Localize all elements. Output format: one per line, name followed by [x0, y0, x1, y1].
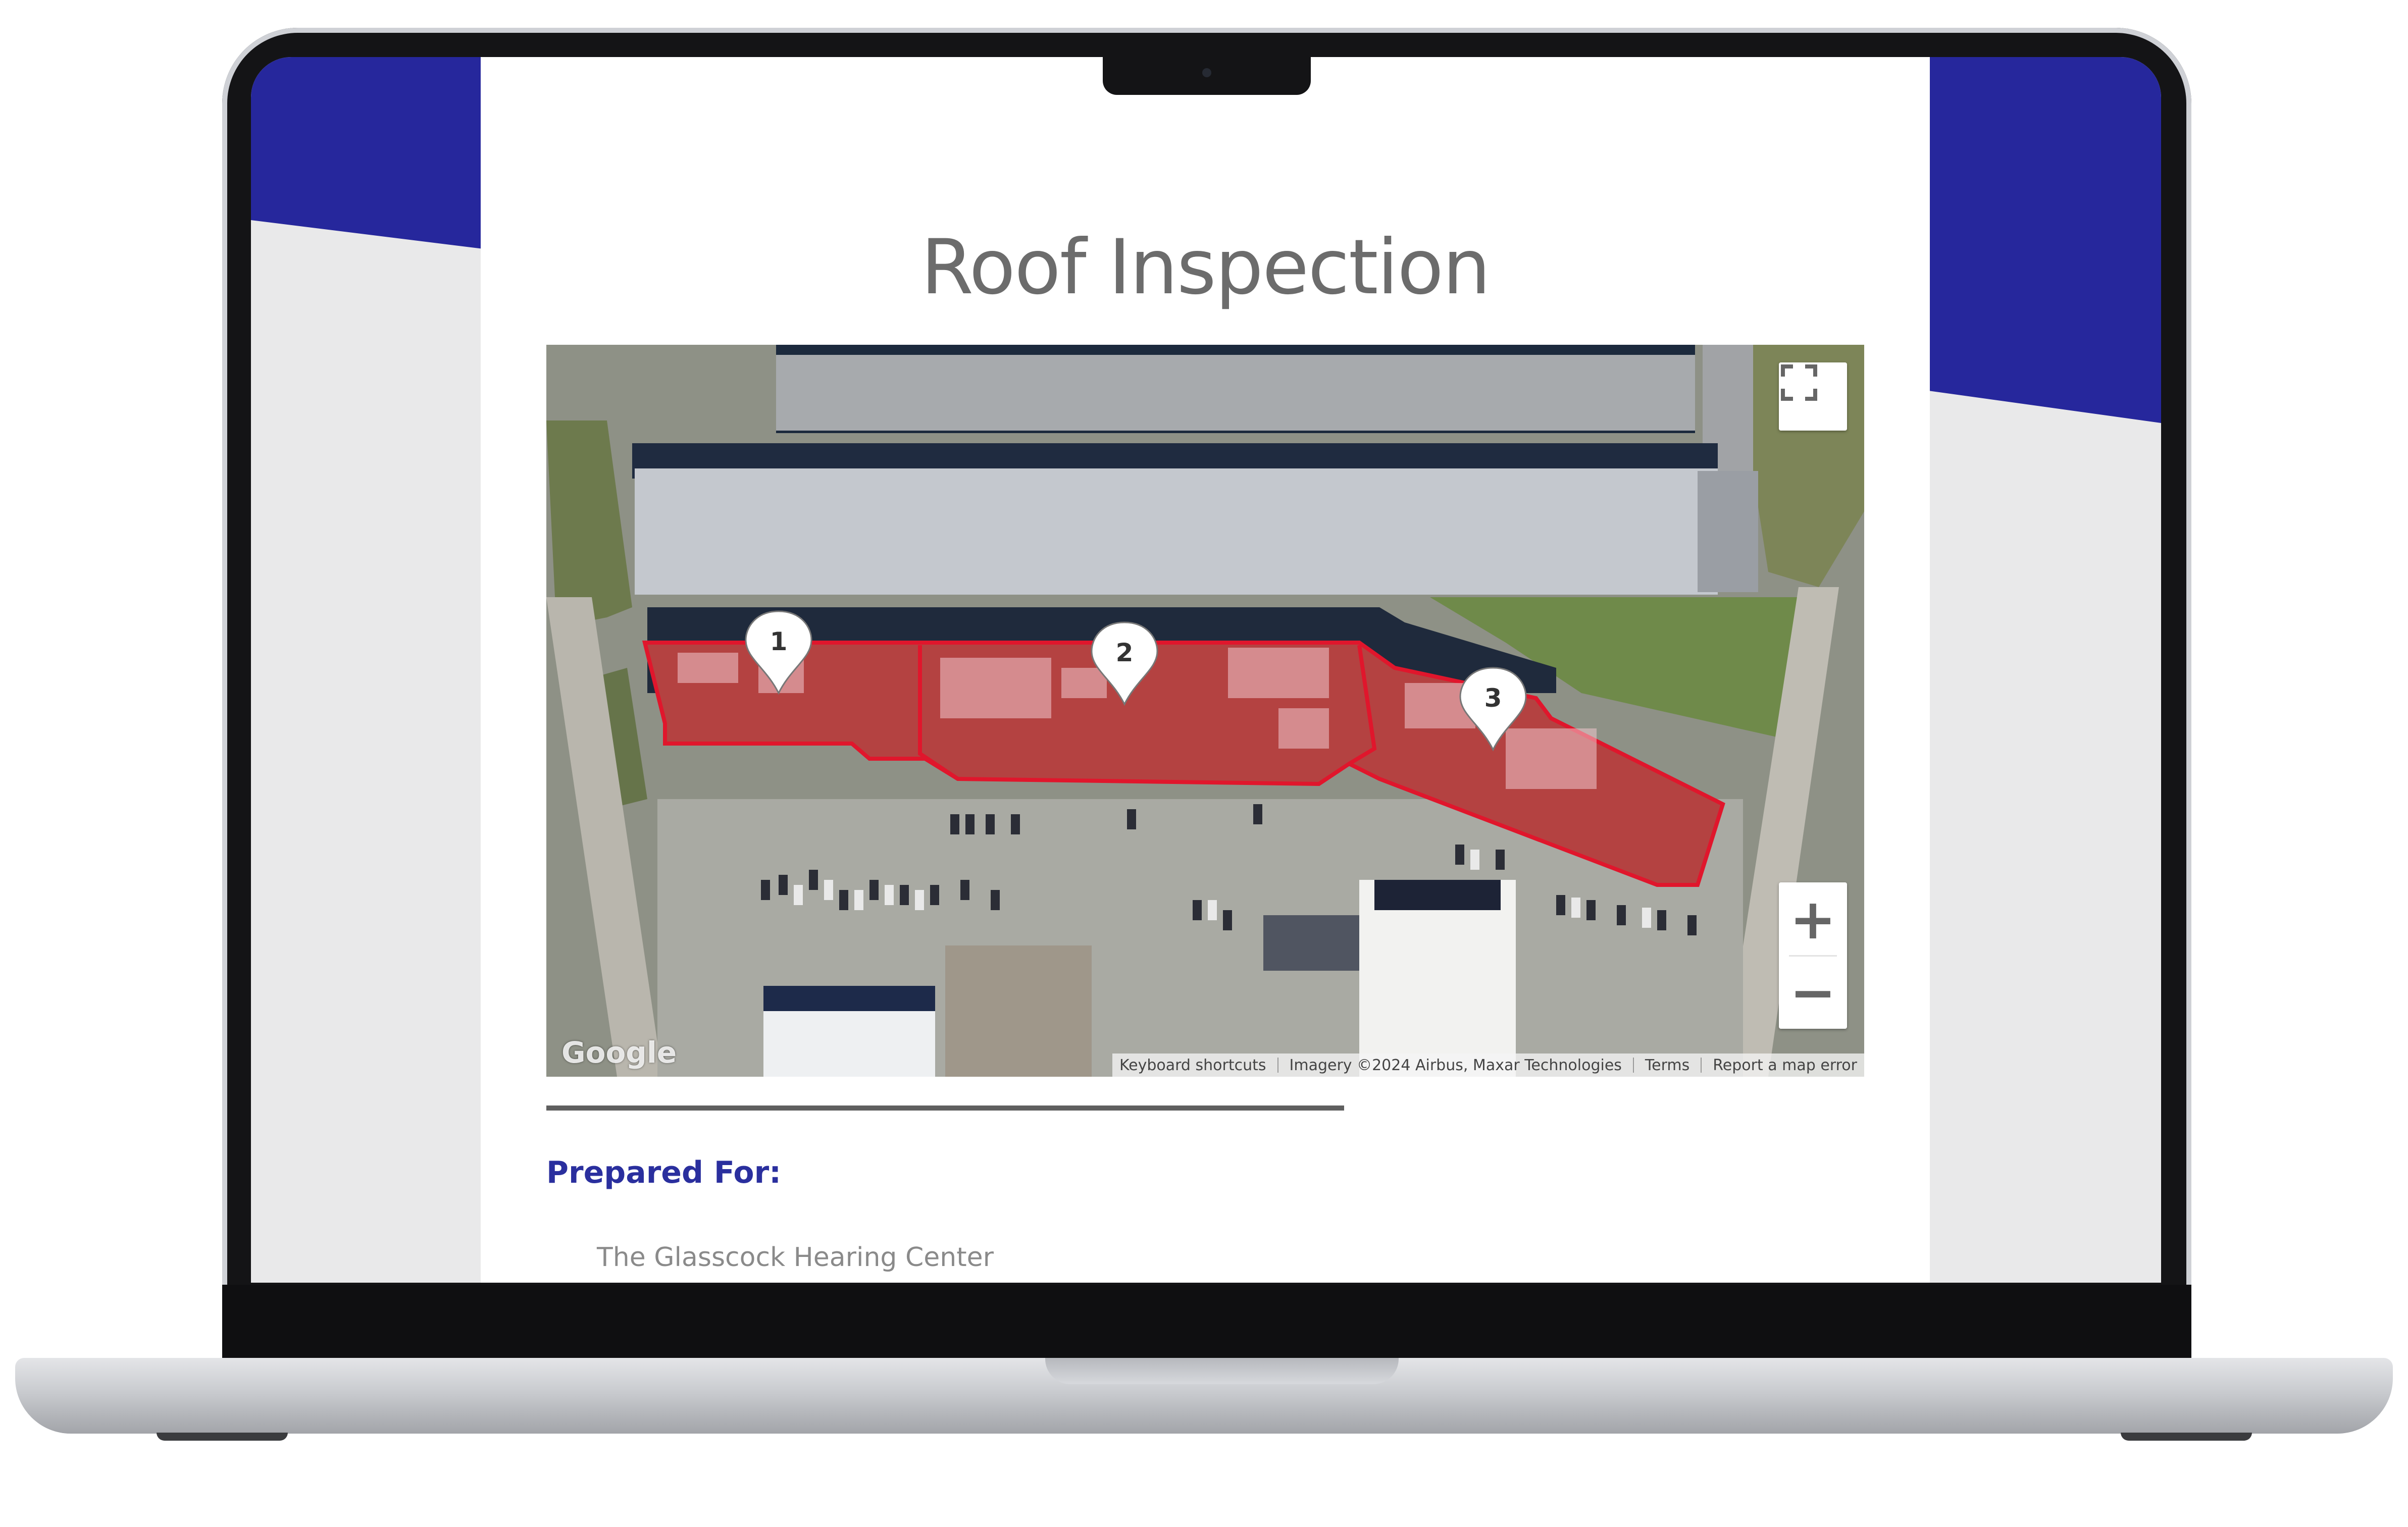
section-divider — [546, 1105, 1344, 1111]
fullscreen-icon — [1781, 364, 1817, 401]
attribution-separator — [1277, 1058, 1278, 1073]
fullscreen-button[interactable] — [1779, 362, 1847, 431]
map-marker-2[interactable]: 2 — [1091, 621, 1158, 706]
prepared-for-label: Prepared For: — [546, 1155, 782, 1190]
keyboard-shortcuts-link[interactable]: Keyboard shortcuts — [1119, 1057, 1266, 1074]
marker-label: 2 — [1116, 638, 1134, 667]
brand-shape-right — [1924, 57, 2161, 423]
map-attribution: Keyboard shortcuts Imagery ©2024 Airbus,… — [1112, 1054, 1864, 1077]
camera-notch — [1103, 57, 1311, 95]
trackpad-notch — [1045, 1358, 1399, 1384]
client-name: The Glasscock Hearing Center — [597, 1242, 994, 1273]
attribution-separator — [1632, 1058, 1634, 1073]
imagery-credit: Imagery ©2024 Airbus, Maxar Technologies — [1289, 1056, 1622, 1074]
laptop-base — [15, 1358, 2393, 1434]
satellite-map[interactable]: 1 2 3 + − Google Keyboard shortcuts Imag… — [546, 345, 1864, 1077]
laptop-foot — [157, 1433, 288, 1441]
zoom-in-button[interactable]: + — [1779, 882, 1847, 956]
marker-label: 1 — [770, 627, 788, 656]
zoom-out-button[interactable]: − — [1779, 956, 1847, 1029]
laptop-screen: Roof Inspection 1 2 3 + − Google Keyboar… — [251, 57, 2161, 1283]
camera-icon — [1202, 68, 1211, 77]
report-page: Roof Inspection 1 2 3 + − Google Keyboar… — [481, 57, 1930, 1283]
map-marker-3[interactable]: 3 — [1459, 667, 1527, 752]
zoom-controls: + − — [1779, 882, 1847, 1029]
map-markers: 1 2 3 — [745, 610, 1527, 752]
attribution-separator — [1701, 1058, 1702, 1073]
report-error-link[interactable]: Report a map error — [1713, 1057, 1857, 1074]
brand-shape-left — [251, 57, 483, 249]
laptop-bezel-bottom — [222, 1285, 2191, 1360]
page-title: Roof Inspection — [920, 224, 1491, 311]
laptop-mockup: Roof Inspection 1 2 3 + − Google Keyboar… — [0, 0, 2408, 1527]
marker-label: 3 — [1484, 683, 1502, 713]
google-logo: Google — [561, 1035, 677, 1070]
terms-link[interactable]: Terms — [1645, 1057, 1689, 1074]
map-marker-1[interactable]: 1 — [745, 610, 812, 695]
laptop-foot — [2121, 1433, 2252, 1441]
